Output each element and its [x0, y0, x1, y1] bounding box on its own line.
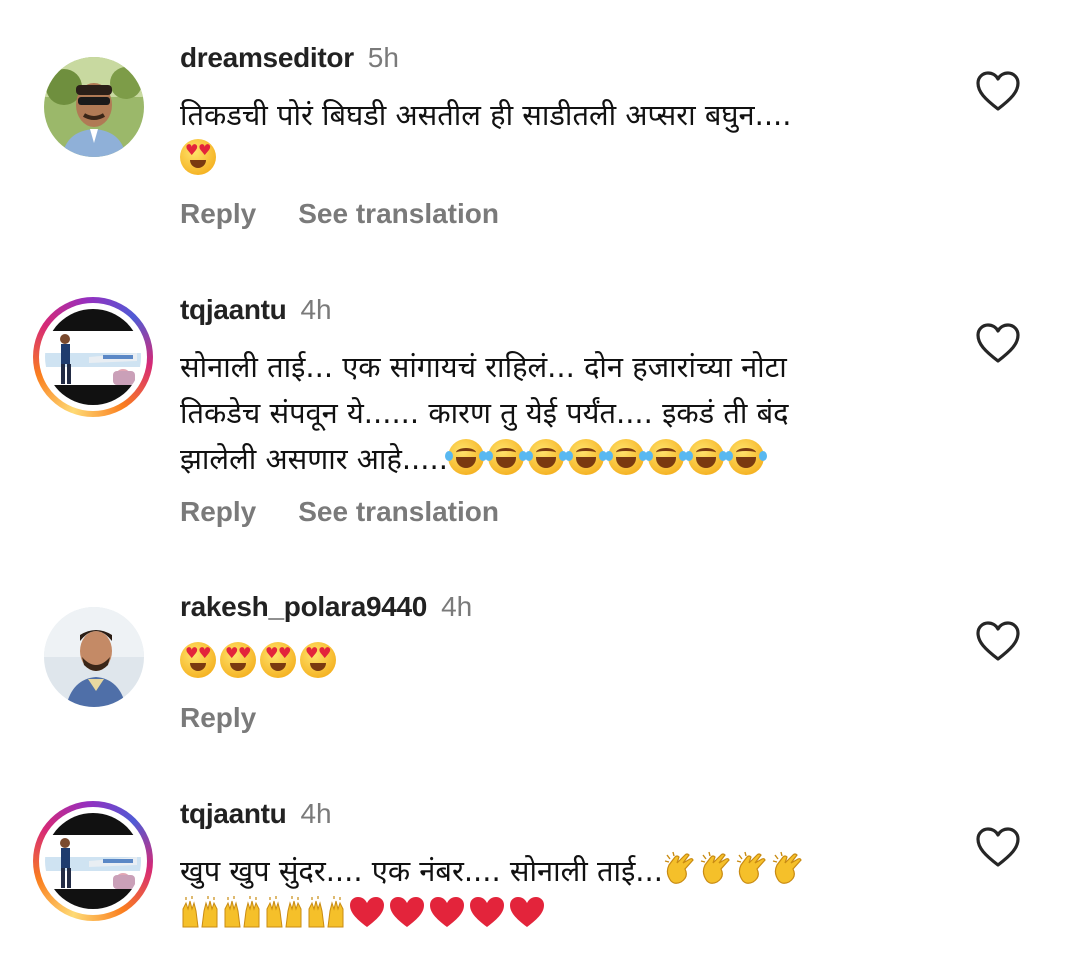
comment-body: खुप खुप सुंदर.... एक नंबर.... सोनाली ताई… [180, 854, 663, 888]
comment-text [180, 641, 920, 685]
emoji-row [663, 851, 807, 889]
tears-of-joy-emoji-icon [564, 439, 607, 475]
timestamp: 4h [300, 294, 332, 325]
clapping-hands-emoji-icon [664, 851, 694, 884]
heart-eyes-emoji-icon [180, 642, 216, 678]
username[interactable]: tqjaantu [180, 294, 287, 325]
emoji-row [180, 138, 920, 182]
tears-of-joy-emoji-icon [484, 439, 527, 475]
avatar[interactable] [44, 57, 144, 157]
username[interactable]: tqjaantu [180, 798, 287, 829]
tears-of-joy-emoji-icon [724, 439, 767, 475]
clapping-hands-emoji-icon [736, 851, 766, 884]
like-heart-icon[interactable] [975, 620, 1021, 662]
comment-text: सोनाली ताई... एक सांगायचं राहिलं... दोन … [180, 344, 920, 482]
red-heart-emoji-icon [470, 897, 504, 927]
raising-hands-emoji-icon [266, 896, 302, 928]
heart-eyes-emoji-icon [260, 642, 296, 678]
see-translation-button[interactable]: See translation [298, 495, 499, 529]
emoji-row [180, 894, 920, 938]
avatar-image [45, 813, 141, 909]
raising-hands-emoji-icon [224, 896, 260, 928]
avatar-story-ring[interactable] [33, 297, 153, 417]
heart-eyes-emoji-icon [300, 642, 336, 678]
see-translation-button[interactable]: See translation [298, 197, 499, 231]
timestamp: 4h [300, 798, 332, 829]
comment-body-line: सोनाली ताई... एक सांगायचं राहिलं... दोन … [180, 350, 787, 384]
emoji-row [444, 439, 768, 477]
tears-of-joy-emoji-icon [684, 439, 727, 475]
avatar-story-ring[interactable] [33, 801, 153, 921]
tears-of-joy-emoji-icon [604, 439, 647, 475]
username[interactable]: rakesh_polara9440 [180, 591, 427, 622]
avatar [45, 813, 141, 909]
tears-of-joy-emoji-icon [644, 439, 687, 475]
avatar-image [44, 57, 144, 157]
avatar[interactable] [44, 607, 144, 707]
avatar-image [44, 607, 144, 707]
heart-eyes-emoji-icon [180, 139, 216, 175]
like-heart-icon[interactable] [975, 322, 1021, 364]
timestamp: 4h [441, 591, 473, 622]
timestamp: 5h [367, 42, 399, 73]
reply-button[interactable]: Reply [180, 701, 256, 735]
emoji-row [180, 641, 920, 685]
username[interactable]: dreamseditor [180, 42, 354, 73]
tears-of-joy-emoji-icon [524, 439, 567, 475]
heart-eyes-emoji-icon [220, 642, 256, 678]
red-heart-emoji-icon [430, 897, 464, 927]
avatar [45, 309, 141, 405]
comment-body-line: तिकडेच संपवून ये...... कारण तु येई पर्यं… [180, 396, 789, 430]
clapping-hands-emoji-icon [772, 851, 802, 884]
clapping-hands-emoji-icon [700, 851, 730, 884]
comment-text: तिकडची पोरं बिघडी असतील ही साडीतली अप्सर… [180, 92, 920, 182]
red-heart-emoji-icon [510, 897, 544, 927]
tears-of-joy-emoji-icon [444, 439, 487, 475]
like-heart-icon[interactable] [975, 826, 1021, 868]
red-heart-emoji-icon [350, 897, 384, 927]
red-heart-emoji-icon [390, 897, 424, 927]
avatar-image [45, 309, 141, 405]
like-heart-icon[interactable] [975, 70, 1021, 112]
comment-body-line: झालेली असणार आहे..... [180, 442, 448, 476]
reply-button[interactable]: Reply [180, 495, 256, 529]
raising-hands-emoji-icon [308, 896, 344, 928]
comment-body: तिकडची पोरं बिघडी असतील ही साडीतली अप्सर… [180, 98, 792, 132]
comment-text: खुप खुप सुंदर.... एक नंबर.... सोनाली ताई… [180, 848, 920, 938]
reply-button[interactable]: Reply [180, 197, 256, 231]
raising-hands-emoji-icon [182, 896, 218, 928]
